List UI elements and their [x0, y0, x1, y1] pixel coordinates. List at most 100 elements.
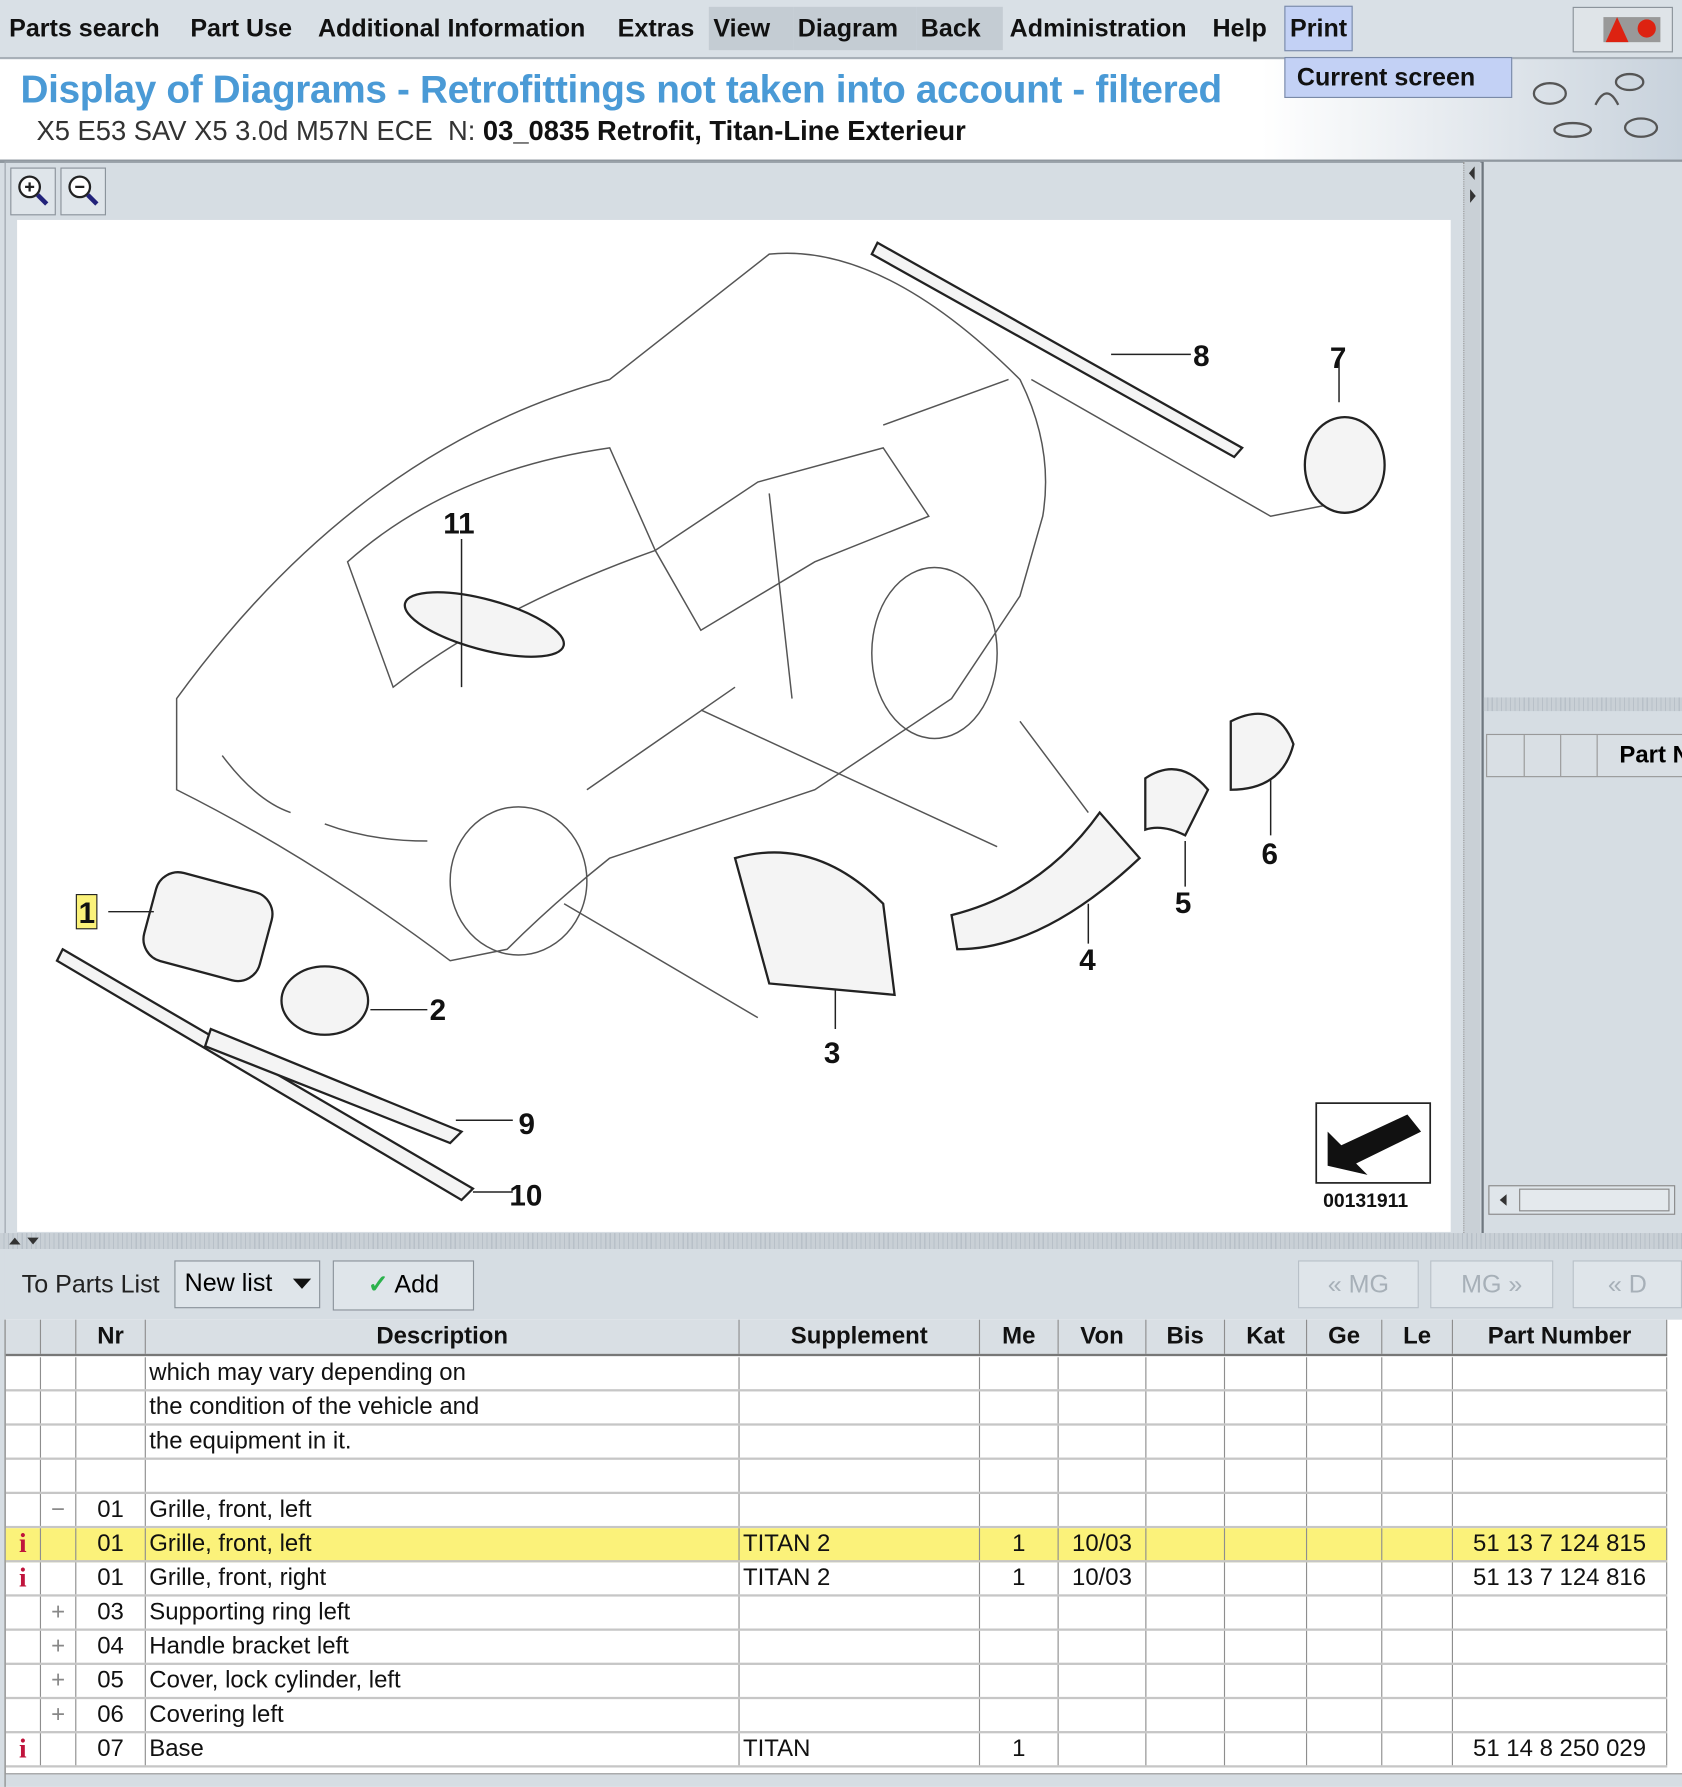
- cell-expand[interactable]: [41, 1528, 77, 1561]
- cell-expand[interactable]: [41, 1357, 77, 1390]
- scrollbar-thumb[interactable]: [1519, 1188, 1670, 1212]
- cell-me: [980, 1630, 1059, 1663]
- menu-diagram[interactable]: Diagram: [793, 6, 917, 51]
- table-row[interactable]: +04 Handle bracket left: [5, 1630, 1668, 1665]
- table-row[interactable]: i 07 Base TITAN 1 51 14 8 250 029: [5, 1733, 1668, 1768]
- table-row[interactable]: +06 Covering left: [5, 1699, 1668, 1734]
- print-current-screen-item[interactable]: Current screen: [1284, 56, 1513, 99]
- menu-view[interactable]: View: [708, 6, 794, 51]
- table-row[interactable]: i 01 Grille, front, right TITAN 2 1 10/03 51 1…: [5, 1562, 1668, 1597]
- table-row[interactable]: i 01 Grille, front, left TITAN 2 1 10/03 51 13…: [5, 1528, 1668, 1563]
- cell-nr: 05: [76, 1664, 146, 1697]
- cell-info[interactable]: [6, 1391, 42, 1424]
- menu-parts-search[interactable]: Parts search: [5, 7, 165, 50]
- parts-list-select-value: New list: [184, 1268, 273, 1297]
- column-header-ge[interactable]: Ge: [1307, 1319, 1383, 1354]
- cell-le: [1382, 1528, 1453, 1561]
- column-header-nr[interactable]: Nr: [76, 1319, 146, 1354]
- cell-info[interactable]: i: [6, 1528, 42, 1561]
- menu-back[interactable]: Back: [916, 6, 1003, 51]
- brand-logo-button[interactable]: [1572, 6, 1673, 53]
- column-header-expand[interactable]: [41, 1319, 77, 1354]
- prev-d-button[interactable]: « D: [1572, 1260, 1682, 1309]
- cell-expand[interactable]: +: [41, 1630, 77, 1663]
- add-button[interactable]: ✓ Add: [332, 1260, 475, 1311]
- cell-part-number: [1453, 1357, 1668, 1390]
- cell-info[interactable]: i: [6, 1562, 42, 1595]
- cell-expand[interactable]: [41, 1733, 77, 1766]
- column-header-von[interactable]: Von: [1059, 1319, 1147, 1354]
- cell-info[interactable]: [6, 1630, 42, 1663]
- column-header-info[interactable]: [6, 1319, 42, 1354]
- cell-info[interactable]: i: [6, 1733, 42, 1766]
- prev-mg-button[interactable]: « MG: [1298, 1260, 1419, 1309]
- menu-extras[interactable]: Extras: [613, 7, 699, 50]
- right-splitter[interactable]: [1483, 697, 1682, 712]
- cell-nr: 01: [76, 1528, 146, 1561]
- scroll-left-icon[interactable]: [1489, 1186, 1516, 1213]
- cell-le: [1382, 1425, 1453, 1458]
- cell-von: [1059, 1425, 1147, 1458]
- column-header-description[interactable]: Description: [146, 1319, 740, 1354]
- part-handle-bracket: [950, 810, 1142, 951]
- cell-part-number: [1453, 1664, 1668, 1697]
- table-row[interactable]: the condition of the vehicle and: [5, 1391, 1668, 1426]
- cell-info[interactable]: [6, 1357, 42, 1390]
- cell-supplement: [740, 1630, 981, 1663]
- next-mg-button[interactable]: MG »: [1430, 1260, 1554, 1309]
- cell-me: [980, 1391, 1059, 1424]
- parts-list-select[interactable]: New list: [174, 1260, 321, 1309]
- menu-help[interactable]: Help: [1208, 7, 1271, 50]
- cell-expand[interactable]: −: [41, 1494, 77, 1526]
- column-header-me[interactable]: Me: [980, 1319, 1059, 1354]
- callout-11: 11: [443, 507, 474, 540]
- cell-expand[interactable]: [41, 1391, 77, 1424]
- cell-supplement: TITAN: [740, 1733, 981, 1766]
- table-row[interactable]: +03 Supporting ring left: [5, 1596, 1668, 1631]
- cell-part-number: 51 14 8 250 029: [1453, 1733, 1668, 1766]
- cell-info[interactable]: [6, 1425, 42, 1458]
- right-horizontal-scrollbar[interactable]: [1488, 1185, 1676, 1215]
- cell-expand[interactable]: +: [41, 1664, 77, 1697]
- cell-bis: [1146, 1562, 1226, 1595]
- cell-info[interactable]: [6, 1699, 42, 1732]
- right-col-part-number: Part N: [1619, 741, 1682, 769]
- cell-expand[interactable]: +: [41, 1596, 77, 1629]
- menu-administration[interactable]: Administration: [1005, 7, 1191, 50]
- group-label: N:: [447, 116, 476, 148]
- diagram-canvas[interactable]: 1 2 3 4 5 6 7 8 9 10 11 00131911: [17, 219, 1451, 1232]
- table-row[interactable]: which may vary depending on: [5, 1357, 1668, 1392]
- table-row[interactable]: −01 Grille, front, left: [5, 1494, 1668, 1529]
- cell-info[interactable]: [6, 1664, 42, 1697]
- cell-me: 1: [980, 1562, 1059, 1595]
- column-header-part-number[interactable]: Part Number: [1453, 1319, 1668, 1354]
- cell-nr: [76, 1391, 146, 1424]
- column-header-bis[interactable]: Bis: [1146, 1319, 1226, 1354]
- column-header-le[interactable]: Le: [1382, 1319, 1453, 1354]
- cell-bis: [1146, 1664, 1226, 1697]
- table-row[interactable]: [5, 1459, 1668, 1495]
- cell-expand[interactable]: [41, 1459, 77, 1492]
- menu-part-use[interactable]: Part Use: [186, 7, 297, 50]
- zoom-in-button[interactable]: [10, 167, 56, 216]
- logo-icon: [1603, 17, 1661, 43]
- table-row[interactable]: the equipment in it.: [5, 1425, 1668, 1460]
- cell-supplement: [740, 1494, 981, 1526]
- column-header-kat[interactable]: Kat: [1225, 1319, 1308, 1354]
- menu-print[interactable]: Print: [1284, 5, 1353, 52]
- zoom-out-button[interactable]: [60, 167, 106, 216]
- column-header-supplement[interactable]: Supplement: [740, 1319, 981, 1354]
- cell-expand[interactable]: +: [41, 1699, 77, 1732]
- cell-info[interactable]: [6, 1494, 42, 1526]
- cell-expand[interactable]: [41, 1425, 77, 1458]
- cell-info[interactable]: [6, 1459, 42, 1492]
- vertical-splitter[interactable]: [1463, 161, 1481, 1234]
- table-row[interactable]: +05 Cover, lock cylinder, left: [5, 1664, 1668, 1700]
- table-horizontal-scrollbar[interactable]: [5, 1773, 1682, 1787]
- zoom-in-icon: [18, 175, 49, 206]
- cell-supplement: TITAN 2: [740, 1528, 981, 1561]
- horizontal-splitter[interactable]: [0, 1233, 1682, 1250]
- menu-additional-information[interactable]: Additional Information: [313, 7, 590, 50]
- cell-info[interactable]: [6, 1596, 42, 1629]
- cell-expand[interactable]: [41, 1562, 77, 1595]
